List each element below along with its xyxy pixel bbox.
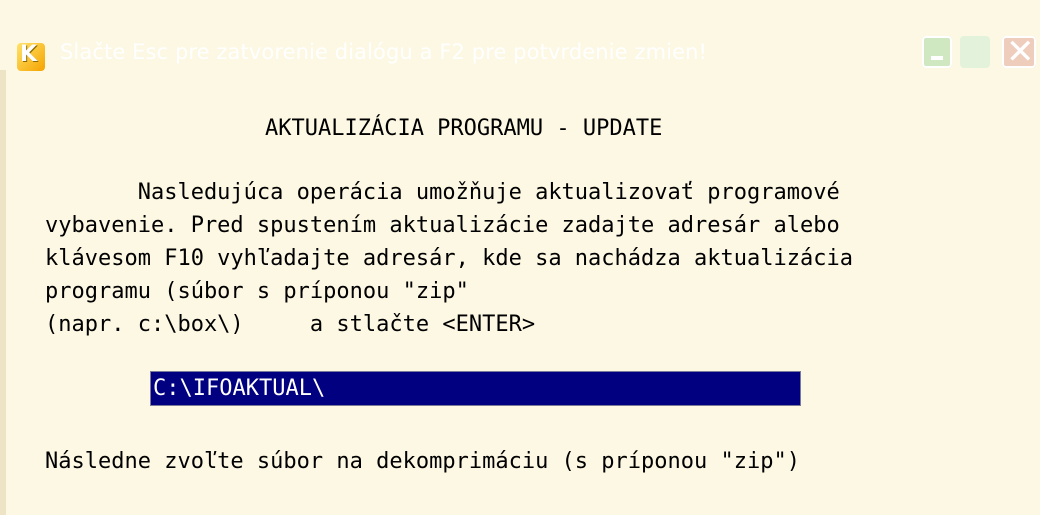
footer-note: Následne zvoľte súbor na dekomprimáciu (… xyxy=(45,449,800,474)
window-border xyxy=(0,12,6,515)
instructions-line: Nasledujúca operácia umožňuje aktualizov… xyxy=(45,180,840,205)
close-icon: ✕ xyxy=(1006,32,1035,72)
instructions-line: programu (súbor s príponou "zip" xyxy=(45,279,469,304)
dialog-heading: AKTUALIZÁCIA PROGRAMU - UPDATE xyxy=(265,116,663,141)
title-bar[interactable]: K Slačte Esc pre zatvorenie dialógu a F2… xyxy=(0,12,1040,72)
app-icon[interactable]: K xyxy=(17,42,45,71)
minimize-button[interactable] xyxy=(922,36,952,68)
app-icon-letter: K xyxy=(20,42,38,67)
maximize-button[interactable] xyxy=(960,36,990,68)
path-field[interactable] xyxy=(150,371,801,406)
instructions-line: (napr. c:\box\) a stlačte <ENTER> xyxy=(45,312,536,337)
instructions-line: vybavenie. Pred spustením aktualizácie z… xyxy=(45,213,840,238)
instructions-line: klávesom F10 vyhľadajte adresár, kde sa … xyxy=(45,246,853,271)
dialog-window: K Slačte Esc pre zatvorenie dialógu a F2… xyxy=(0,0,1040,515)
close-button[interactable]: ✕ xyxy=(1002,32,1036,72)
instructions-text: Nasledujúca operácia umožňuje aktualizov… xyxy=(45,176,853,341)
directory-path-input[interactable] xyxy=(153,372,793,405)
window-title: Slačte Esc pre zatvorenie dialógu a F2 p… xyxy=(60,40,708,64)
